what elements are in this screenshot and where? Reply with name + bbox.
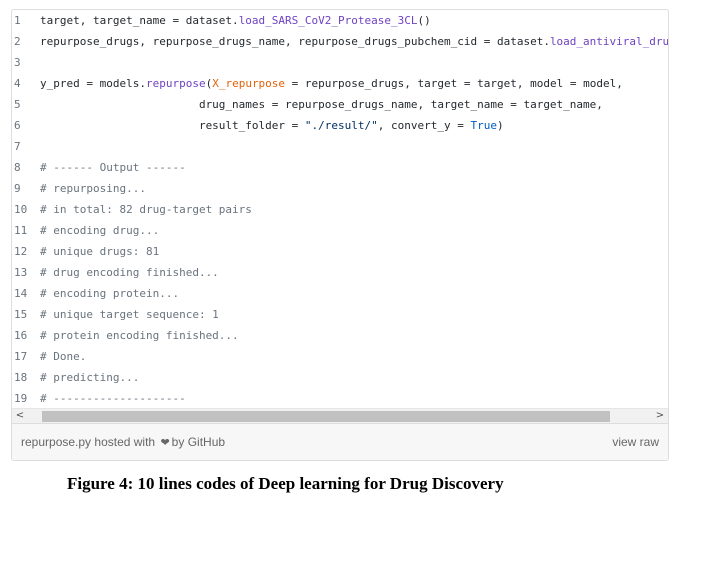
code-text: # predicting...: [40, 367, 139, 388]
code-line: 5 drug_names = repurpose_drugs_name, tar…: [12, 94, 668, 115]
code-text: repurpose_drugs, repurpose_drugs_name, r…: [40, 31, 668, 52]
line-number: 17: [14, 350, 28, 363]
code-line: 7: [12, 136, 668, 157]
line-number: 19: [14, 392, 28, 405]
code-line: 11 # encoding drug...: [12, 220, 668, 241]
code-text: result_folder = "./result/", convert_y =…: [40, 115, 504, 136]
code-token: y_pred = models.: [40, 77, 146, 90]
line-number: 8: [14, 161, 21, 174]
code-token: = repurpose_drugs, target = target, mode…: [285, 77, 623, 90]
line-number: 13: [14, 266, 28, 279]
code-token: , convert_y =: [377, 119, 471, 132]
line-number: 12: [14, 245, 28, 258]
code-token: result_folder =: [40, 119, 305, 132]
code-text: # --------------------: [40, 388, 186, 408]
code-line: 13 # drug encoding finished...: [12, 262, 668, 283]
code-line: 14 # encoding protein...: [12, 283, 668, 304]
by-label: by: [171, 435, 185, 449]
code-line: 17 # Done.: [12, 346, 668, 367]
line-number: 16: [14, 329, 28, 342]
code-token: # encoding drug...: [40, 224, 160, 237]
code-token: # repurposing...: [40, 182, 146, 195]
code-text: # drug encoding finished...: [40, 262, 219, 283]
code-token: load_antiviral_drugs: [549, 35, 668, 48]
code-text: y_pred = models.repurpose(X_repurpose = …: [40, 73, 623, 94]
code-line: 18 # predicting...: [12, 367, 668, 388]
code-line: 6 result_folder = "./result/", convert_y…: [12, 115, 668, 136]
line-number: 10: [14, 203, 28, 216]
code-text: # encoding protein...: [40, 283, 179, 304]
code-token: # protein encoding finished...: [40, 329, 239, 342]
heart-icon: ❤: [160, 437, 170, 449]
code-text: target, target_name = dataset.load_SARS_…: [40, 10, 431, 31]
code-token: (): [417, 14, 431, 27]
code-line: 10 # in total: 82 drug-target pairs: [12, 199, 668, 220]
code-text: # unique drugs: 81: [40, 241, 159, 262]
code-token: repurpose_drugs, repurpose_drugs_name, r…: [40, 35, 550, 48]
code-text: # protein encoding finished...: [40, 325, 239, 346]
code-token: # in total: 82 drug-target pairs: [40, 203, 252, 216]
code-text: drug_names = repurpose_drugs_name, targe…: [40, 94, 603, 115]
code-text: # unique target sequence: 1: [40, 304, 219, 325]
code-token: # drug encoding finished...: [40, 266, 219, 279]
code-line: 16 # protein encoding finished...: [12, 325, 668, 346]
code-token: # encoding protein...: [40, 287, 180, 300]
github-link[interactable]: GitHub: [188, 435, 225, 449]
gist-meta-bar: repurpose.py hosted with ❤ by GitHub view…: [12, 423, 668, 460]
code-token: # --------------------: [40, 392, 186, 405]
code-text: # in total: 82 drug-target pairs: [40, 199, 252, 220]
code-text: # ------ Output ------: [40, 157, 186, 178]
filename-link[interactable]: repurpose.py: [21, 435, 91, 449]
scrollbar-thumb[interactable]: [42, 411, 610, 422]
gist-embed: 1 target, target_name = dataset.load_SARS…: [11, 9, 669, 461]
code-token: # unique drugs: 81: [40, 245, 160, 258]
code-line: 12 # unique drugs: 81: [12, 241, 668, 262]
line-number: 5: [14, 98, 21, 111]
code-token: repurpose: [145, 77, 206, 90]
figure-caption: Figure 4: 10 lines codes of Deep learnin…: [67, 474, 504, 493]
code-token: # Done.: [40, 350, 87, 363]
scroll-right-arrow-icon[interactable]: >: [652, 409, 668, 424]
line-number: 4: [14, 77, 21, 90]
line-number: 9: [14, 182, 21, 195]
line-number: 15: [14, 308, 28, 321]
line-number: 14: [14, 287, 28, 300]
line-number: 3: [14, 56, 21, 69]
hosted-with-label: hosted with: [94, 435, 156, 449]
line-number: 11: [14, 224, 28, 237]
code-view: 1 target, target_name = dataset.load_SARS…: [12, 10, 668, 408]
line-number: 7: [14, 140, 21, 153]
code-line: 2 repurpose_drugs, repurpose_drugs_name, …: [12, 31, 668, 52]
code-text: # Done.: [40, 346, 86, 367]
code-token: True: [470, 119, 497, 132]
code-token: # unique target sequence: 1: [40, 308, 219, 321]
code-token: drug_names = repurpose_drugs_name, targe…: [40, 98, 603, 111]
code-token: "./result/": [304, 119, 378, 132]
code-line: 1 target, target_name = dataset.load_SARS…: [12, 10, 668, 31]
horizontal-scrollbar[interactable]: < >: [12, 408, 668, 423]
code-line: 15 # unique target sequence: 1: [12, 304, 668, 325]
code-token: X_repurpose: [212, 77, 286, 90]
code-text: # encoding drug...: [40, 220, 159, 241]
code-token: target, target_name = dataset.: [40, 14, 239, 27]
line-number: 1: [14, 14, 21, 27]
line-number: 2: [14, 35, 21, 48]
scroll-left-arrow-icon[interactable]: <: [12, 409, 28, 424]
code-line: 19 # --------------------: [12, 388, 668, 408]
code-token: ): [496, 119, 504, 132]
code-line: 4 y_pred = models.repurpose(X_repurpose =…: [12, 73, 668, 94]
code-token: load_SARS_CoV2_Protease_3CL: [238, 14, 418, 27]
gist-meta-info: repurpose.py hosted with ❤ by GitHub: [21, 435, 225, 449]
code-line: 3: [12, 52, 668, 73]
code-line: 9 # repurposing...: [12, 178, 668, 199]
code-token: # ------ Output ------: [40, 161, 186, 174]
view-raw-link[interactable]: view raw: [612, 435, 659, 449]
code-token: # predicting...: [40, 371, 140, 384]
line-number: 6: [14, 119, 21, 132]
code-line: 8 # ------ Output ------: [12, 157, 668, 178]
code-text: # repurposing...: [40, 178, 146, 199]
line-number: 18: [14, 371, 28, 384]
